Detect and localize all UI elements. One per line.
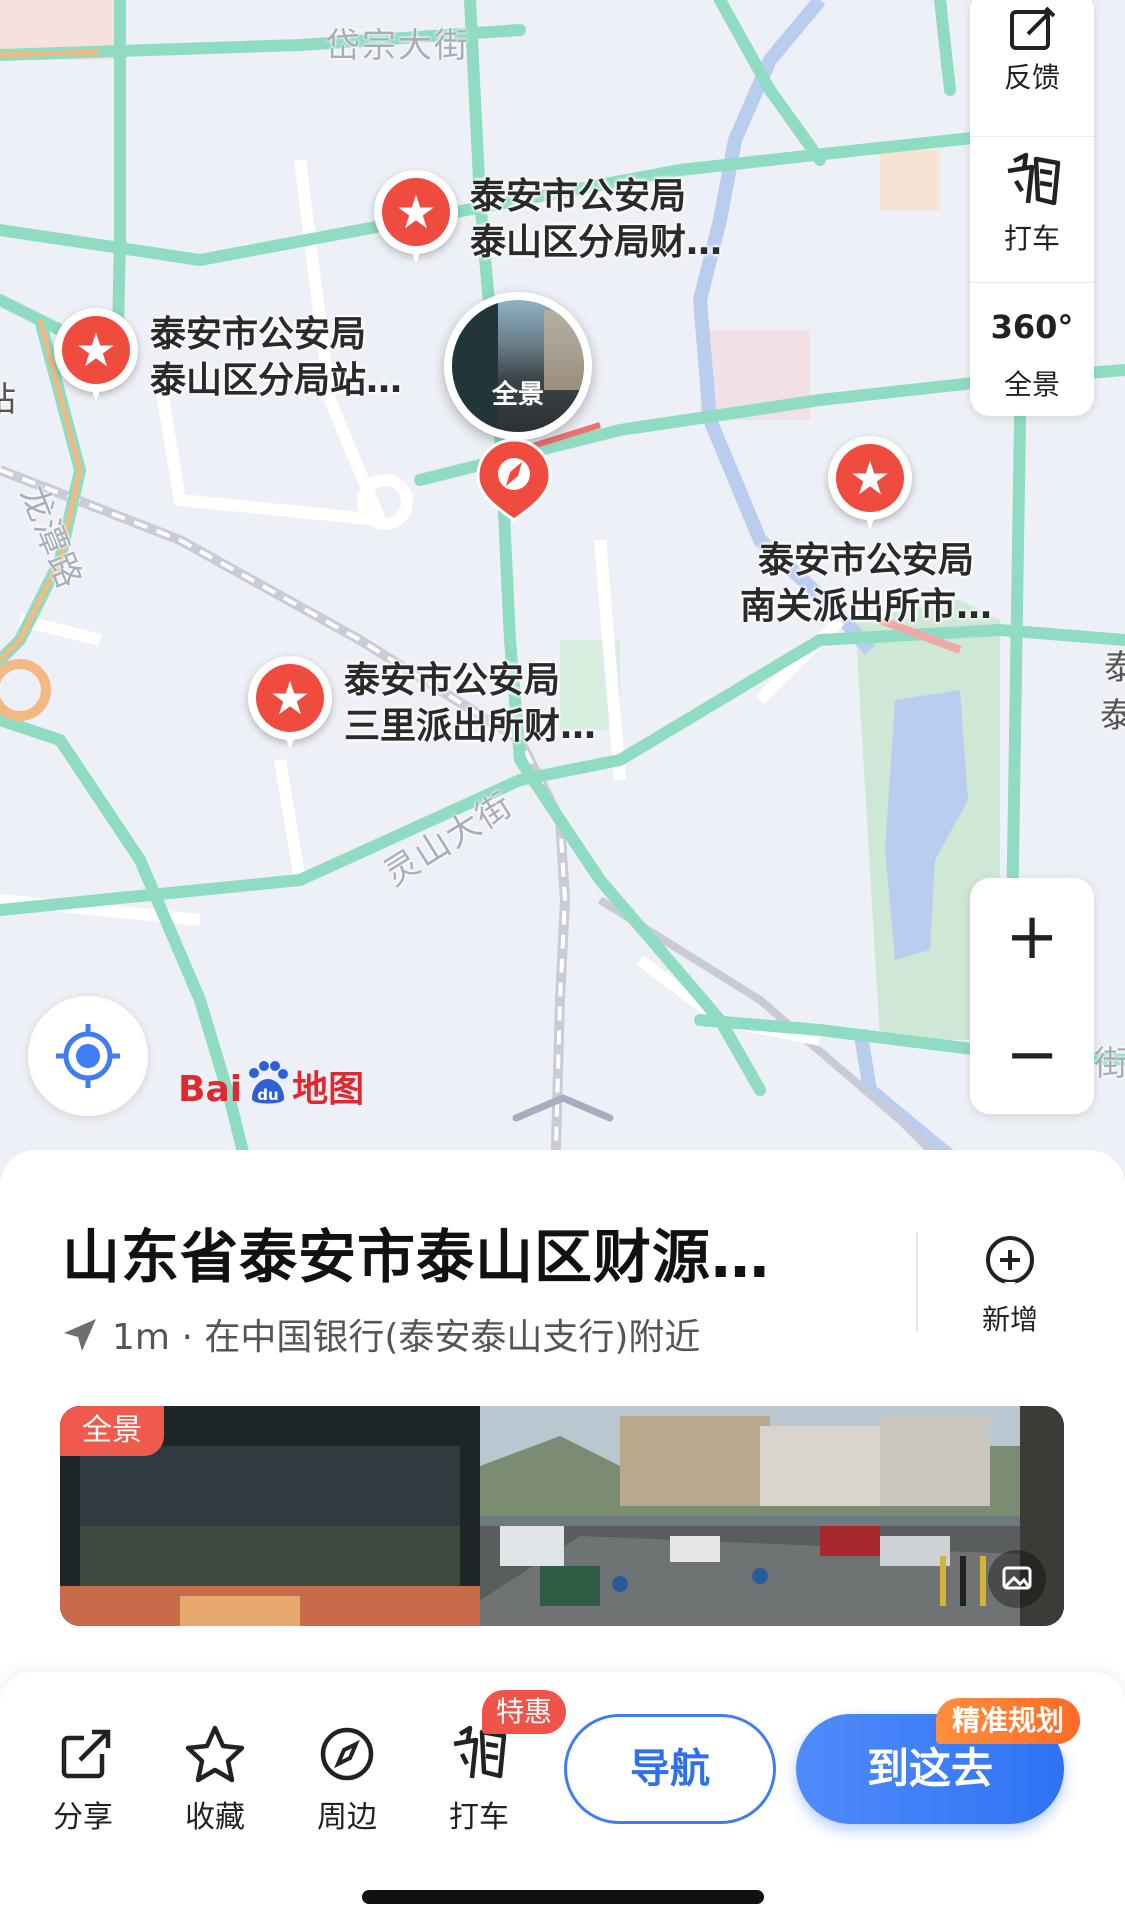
poi-name: 泰安市公安局 (150, 314, 367, 355)
share-icon (61, 1728, 111, 1779)
taxi-label: 打车 (1003, 222, 1060, 255)
svg-text:du: du (257, 1086, 278, 1104)
poi-name: 泰安市公安局 (344, 660, 561, 701)
separator-dot: · (181, 1317, 193, 1358)
map-view[interactable]: 岱宗大街 龙潭路 灵山大街 站 泰 泰 街 ★ 泰安市公安局泰山区分局财… ★ … (0, 0, 1125, 1180)
precise-planning-badge: 精准规划 (936, 1698, 1081, 1744)
feedback-label: 反馈 (1003, 61, 1060, 94)
map-edge-fragment: 街 (1094, 1044, 1125, 1084)
police-star-icon: ★ (828, 436, 912, 532)
favorite-label: 收藏 (185, 1800, 245, 1835)
nearby-button[interactable]: 周边 (292, 1720, 402, 1840)
poi-name: 南关派出所市… (740, 586, 993, 627)
feedback-button[interactable]: 反馈 (970, 0, 1094, 136)
zoom-controls: + − (970, 878, 1094, 1114)
locate-me-button[interactable] (28, 996, 148, 1116)
gallery-icon[interactable] (988, 1550, 1046, 1608)
poi-name: 泰山区分局站… (150, 360, 403, 401)
police-star-icon: ★ (54, 308, 138, 404)
police-star-icon: ★ (248, 656, 332, 752)
taxi-icon (970, 151, 1094, 221)
zoom-out-button[interactable]: − (970, 996, 1094, 1114)
zoom-in-button[interactable]: + (970, 878, 1094, 996)
divider (916, 1232, 918, 1332)
baidu-paw-icon: du (249, 1061, 289, 1104)
panorama-bubble-label: 全景 (491, 380, 544, 410)
panorama-button[interactable]: 360° 全景 (970, 282, 1094, 428)
expand-sheet-chevron-icon[interactable] (510, 1092, 616, 1122)
map-edge-fragment: 站 (0, 372, 18, 421)
nearby-label: 周边 (317, 1800, 377, 1835)
place-title: 山东省泰安市泰山区财源… (62, 1223, 771, 1291)
place-distance: 1m (112, 1317, 170, 1358)
panorama-tag: 全景 (60, 1406, 164, 1456)
baidu-map-logo: Bai du 地图 (178, 1060, 364, 1116)
360-icon: 360° (990, 308, 1074, 346)
add-button[interactable]: 新增 (960, 1228, 1060, 1338)
panorama-card[interactable]: 全景 (60, 1406, 1064, 1626)
taxi-button[interactable]: 打车 (970, 136, 1094, 282)
star-outline-icon (185, 1725, 245, 1783)
share-button[interactable]: 分享 (28, 1720, 138, 1840)
locate-target-icon (56, 1024, 120, 1088)
navigation-arrow-icon (64, 1319, 96, 1351)
add-circle-icon (986, 1236, 1034, 1288)
poi-name: 三里派出所财… (344, 706, 597, 747)
place-distance-line: 1m · 在中国银行(泰安泰山支行)附近 (60, 1312, 700, 1364)
add-label: 新增 (981, 1303, 1038, 1336)
map-tools-panel: 反馈 打车 360° 全景 (970, 0, 1094, 416)
map-edge-fragment: 泰 (1104, 648, 1125, 688)
navigate-button[interactable]: 导航 (564, 1714, 776, 1824)
poi-name: 泰山区分局财… (470, 222, 723, 263)
taxi-action-label: 打车 (449, 1800, 509, 1835)
poi-name: 泰安市公安局 (470, 176, 687, 217)
police-star-icon: ★ (374, 170, 458, 266)
discount-badge: 特惠 (482, 1690, 567, 1734)
street-photo-thumbnail (452, 300, 584, 432)
selected-location-marker[interactable] (476, 438, 552, 522)
panorama-label: 全景 (1003, 368, 1060, 401)
taxi-action-button[interactable]: 打车 (424, 1720, 534, 1840)
street-view-photo (60, 1406, 1064, 1626)
home-indicator[interactable] (362, 1890, 764, 1904)
compass-icon (320, 1727, 374, 1781)
poi-name: 泰安市公安局 (758, 540, 975, 581)
place-nearby: 在中国银行(泰安泰山支行)附近 (204, 1317, 701, 1358)
road-label-daizong: 岱宗大街 (326, 26, 470, 66)
map-edge-fragment: 泰 (1100, 696, 1125, 736)
panorama-bubble[interactable]: 全景 (444, 292, 592, 440)
favorite-button[interactable]: 收藏 (160, 1720, 270, 1840)
share-label: 分享 (53, 1800, 113, 1835)
